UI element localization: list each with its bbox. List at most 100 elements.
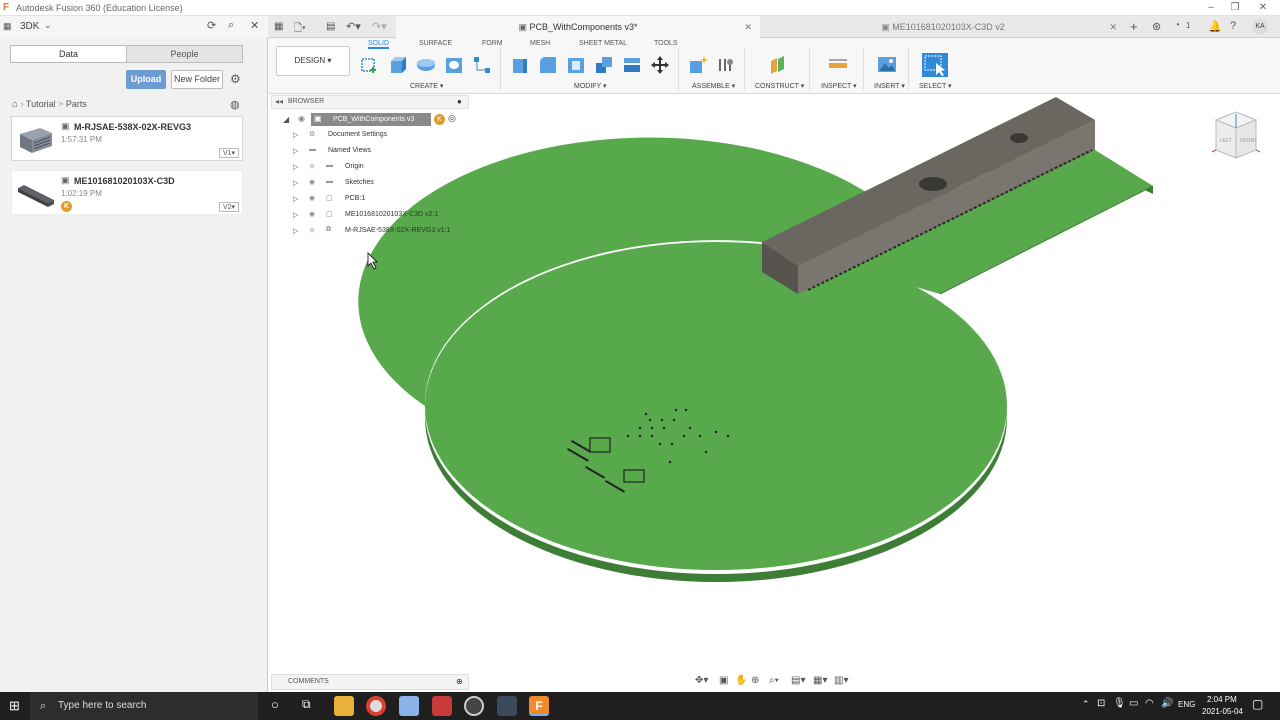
project-name[interactable]: 3DK	[20, 21, 39, 32]
tree-item-sketches[interactable]: ▷ ◉ ▬ Sketches	[271, 177, 471, 193]
expand-icon[interactable]: ◢	[283, 115, 289, 124]
cortana-icon[interactable]: ○	[271, 697, 279, 712]
gear-icon[interactable]: ⚙	[230, 72, 241, 86]
clock-date[interactable]: 2021-05-04	[1202, 707, 1243, 716]
close-panel-icon[interactable]: ✕	[250, 19, 259, 32]
breadcrumb-tutorial[interactable]: Tutorial	[26, 99, 56, 109]
pattern-icon[interactable]	[472, 55, 492, 75]
taskbar-search[interactable]: ⌕ Type here to search	[30, 692, 258, 720]
windows-start-icon[interactable]: ⊞	[9, 698, 20, 714]
close-tab-icon[interactable]: ✕	[1109, 16, 1117, 38]
tab-tools[interactable]: TOOLS	[654, 40, 678, 47]
version-badge[interactable]: V1▾	[219, 148, 239, 158]
display-settings-icon[interactable]: ▤▾	[791, 675, 805, 686]
zoom-icon[interactable]: ⊕	[751, 675, 759, 686]
expand-arrow-icon[interactable]: ▷	[293, 227, 298, 235]
file-explorer-icon[interactable]	[334, 696, 354, 716]
expand-arrow-icon[interactable]: ▷	[293, 211, 298, 219]
avatar[interactable]: KA	[1252, 19, 1268, 35]
construct-menu[interactable]: CONSTRUCT ▾	[755, 82, 804, 90]
file-menu-icon[interactable]: 🗋▾	[294, 21, 306, 38]
grid-icon[interactable]: ▦	[3, 21, 12, 32]
language-indicator[interactable]: ENG	[1178, 700, 1195, 709]
tree-item-m-rjsae[interactable]: ▷ ◉ ⧉ M-RJSAE-538X-02X-REVG3 v1:1	[271, 225, 471, 241]
maximize-button[interactable]: ❐	[1228, 2, 1242, 14]
offset-plane-icon[interactable]	[768, 55, 788, 75]
battery-icon[interactable]: ▭	[1129, 698, 1138, 709]
measure-icon[interactable]	[828, 55, 848, 75]
select-icon[interactable]	[922, 53, 948, 77]
chrome-icon[interactable]	[366, 696, 386, 716]
tab-people[interactable]: People	[126, 45, 243, 63]
file-card[interactable]: ▣ M-RJSAE-538X-02X-REVG3 1:57:31 PM V1▾	[11, 116, 243, 161]
close-button[interactable]: ✕	[1256, 2, 1270, 14]
viewports-icon[interactable]: ▥▾	[834, 675, 848, 686]
expand-arrow-icon[interactable]: ▷	[293, 163, 298, 171]
microphone-icon[interactable]: 🎙	[1113, 698, 1126, 709]
tree-item-named-views[interactable]: ▷ ▬ Named Views	[271, 145, 471, 161]
press-pull-icon[interactable]	[510, 55, 530, 75]
upload-button[interactable]: Upload	[126, 70, 166, 89]
new-folder-button[interactable]: New Folder	[171, 70, 223, 89]
new-component-icon[interactable]	[688, 55, 708, 75]
tray-icon[interactable]: ⊡	[1097, 698, 1105, 709]
tree-item-pcb[interactable]: ▷ ◉ ▢ PCB:1	[271, 193, 471, 209]
tree-item-document-settings[interactable]: ▷ ⚙ Document Settings	[271, 129, 471, 145]
workspace-switcher[interactable]: DESIGN ▾	[276, 46, 350, 76]
task-view-icon[interactable]: ⧉	[302, 697, 311, 712]
visibility-eye-icon[interactable]: ◉	[309, 226, 315, 234]
tab-data[interactable]: Data	[10, 45, 127, 63]
redo-icon[interactable]: ↷▾	[372, 20, 387, 33]
revolve-icon[interactable]	[416, 55, 436, 75]
tray-chevron-icon[interactable]: ⌃	[1082, 699, 1090, 710]
breadcrumb-parts[interactable]: Parts	[66, 99, 87, 109]
tab-solid[interactable]: SOLID	[368, 40, 390, 49]
grid-settings-icon[interactable]: ▦▾	[813, 675, 827, 686]
file-card[interactable]: ▣ ME101681020103X-C3D 1:02:19 PM K V2▾	[11, 170, 243, 215]
tab-sheet-metal[interactable]: SHEET METAL	[579, 40, 627, 47]
root-component-label[interactable]: PCB_WithComponents v3	[311, 113, 431, 126]
expand-arrow-icon[interactable]: ▷	[293, 195, 298, 203]
select-menu[interactable]: SELECT ▾	[919, 82, 952, 90]
volume-icon[interactable]: 🔊	[1161, 698, 1173, 709]
expand-arrow-icon[interactable]: ▷	[293, 179, 298, 187]
tab-pcb-with-components[interactable]: ▣ PCB_WithComponents v3* ✕	[396, 16, 760, 38]
visibility-eye-icon[interactable]: ◉	[309, 162, 315, 170]
visibility-eye-icon[interactable]: ◉	[309, 194, 315, 202]
job-status-icon[interactable]: ◔	[1174, 20, 1180, 31]
combine-icon[interactable]	[594, 55, 614, 75]
assemble-menu[interactable]: ASSEMBLE ▾	[692, 82, 735, 90]
tab-form[interactable]: FORM	[482, 40, 503, 47]
action-center-icon[interactable]: ▢	[1252, 697, 1263, 711]
split-body-icon[interactable]	[622, 55, 642, 75]
minimize-button[interactable]: –	[1204, 2, 1218, 14]
notification-icon[interactable]: 🔔	[1208, 20, 1222, 33]
visibility-eye-icon[interactable]: ◉	[298, 114, 305, 123]
fusion-360-taskbar-icon[interactable]: F	[529, 696, 549, 716]
pan-icon[interactable]: ✋	[735, 675, 747, 686]
insert-menu[interactable]: INSERT ▾	[874, 82, 905, 90]
new-tab-icon[interactable]: +	[1130, 19, 1138, 34]
visibility-eye-icon[interactable]: ◉	[309, 210, 315, 218]
help-icon[interactable]: ?	[1230, 20, 1236, 32]
app-icon[interactable]	[432, 696, 452, 716]
app-icon[interactable]	[399, 696, 419, 716]
tab-mesh[interactable]: MESH	[530, 40, 550, 47]
hole-icon[interactable]	[444, 55, 464, 75]
collapse-icon[interactable]: ◂◂	[275, 97, 283, 106]
fillet-icon[interactable]	[538, 55, 558, 75]
undo-icon[interactable]: ↶▾	[346, 20, 361, 33]
activate-radio-icon[interactable]: ◎	[448, 113, 456, 124]
clock-time[interactable]: 2:04 PM	[1207, 695, 1237, 704]
modify-menu[interactable]: MODIFY ▾	[574, 82, 607, 90]
search-icon[interactable]: ⌕	[228, 19, 234, 32]
app-icon[interactable]	[497, 696, 517, 716]
orbit-icon[interactable]: ✥▾	[695, 675, 708, 686]
grid-icon[interactable]: ▦	[274, 21, 283, 32]
tab-surface[interactable]: SURFACE	[419, 40, 452, 47]
tree-item-origin[interactable]: ▷ ◉ ▬ Origin	[271, 161, 471, 177]
expand-arrow-icon[interactable]: ▷	[293, 131, 298, 139]
tree-root[interactable]: ◢ ◉ PCB_WithComponents v3 ▣ K ◎	[271, 113, 471, 129]
network-icon[interactable]: ◠	[1145, 698, 1154, 709]
extrude-icon[interactable]	[388, 55, 408, 75]
